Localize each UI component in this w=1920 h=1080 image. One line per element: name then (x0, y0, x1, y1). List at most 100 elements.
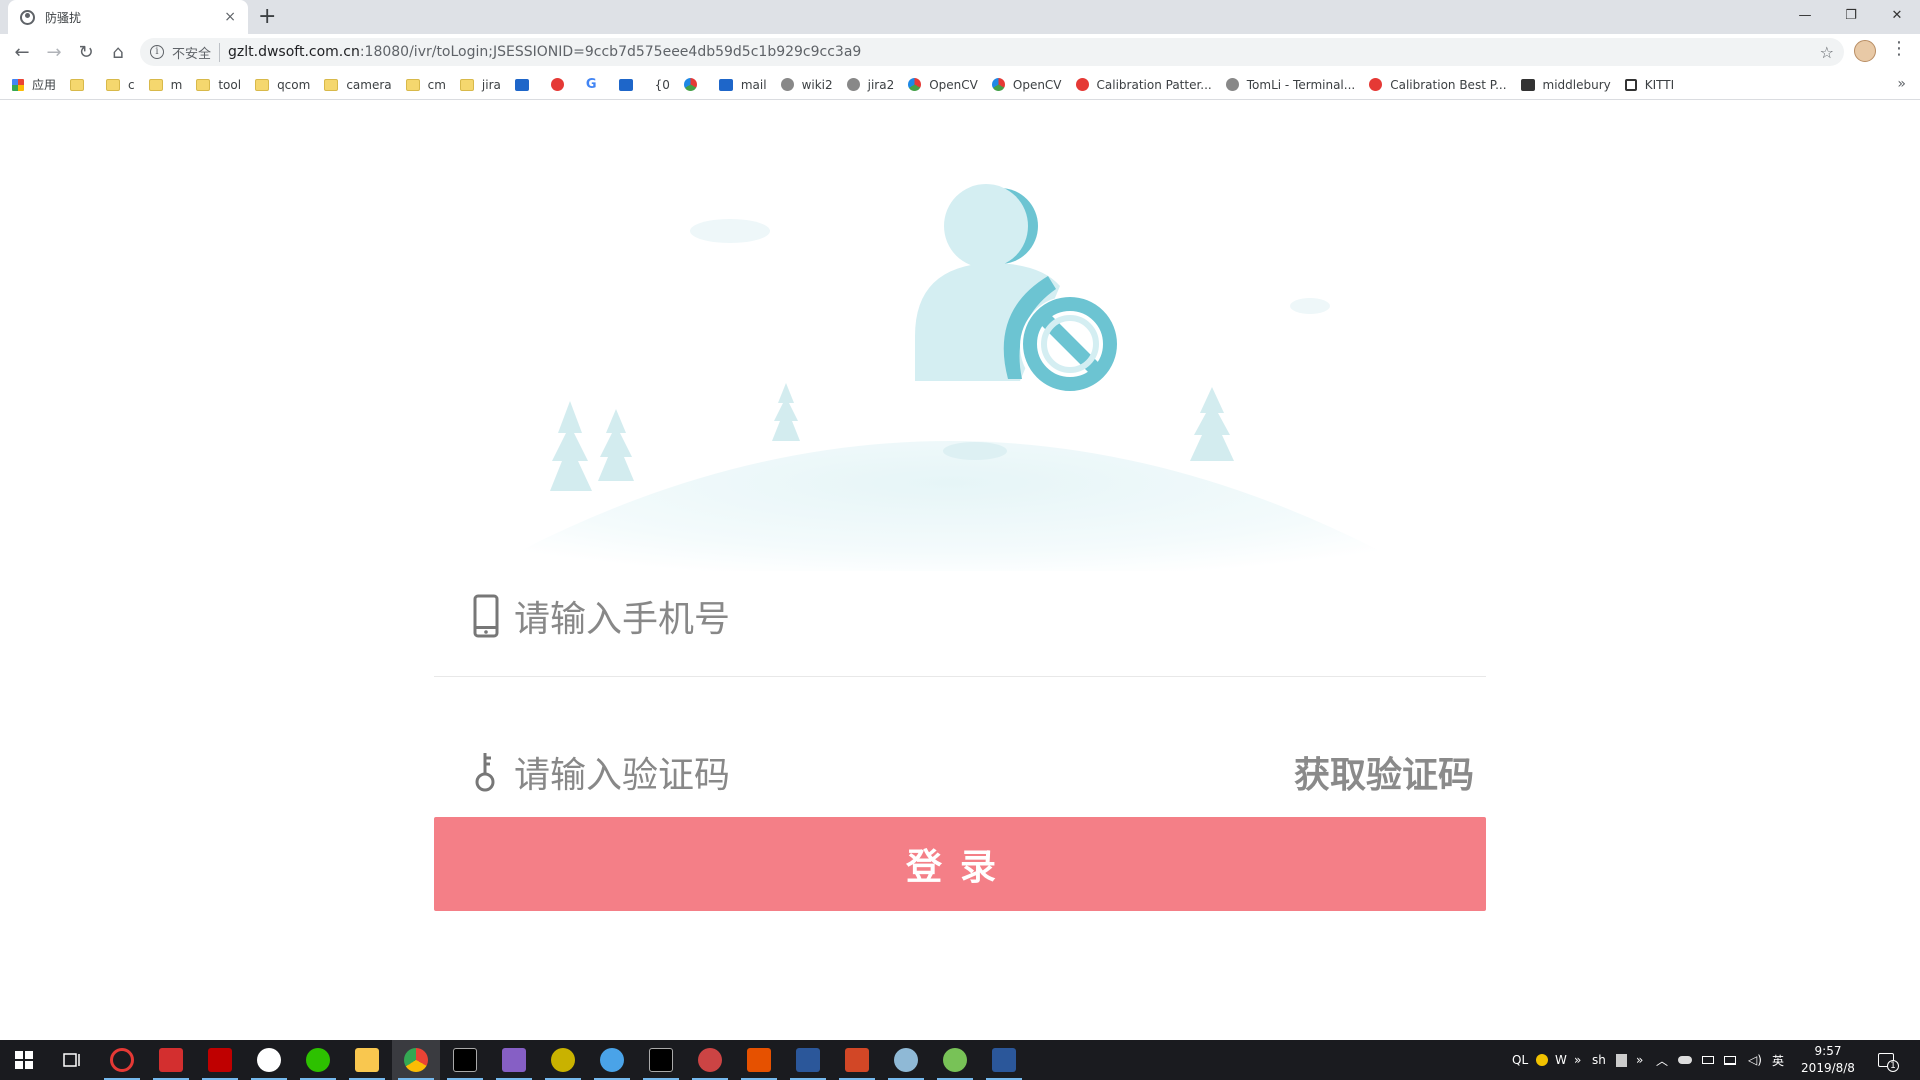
phone-field[interactable]: 请输入手机号 (434, 555, 1486, 677)
bookmark-label: wiki2 (801, 77, 833, 92)
person-head (944, 184, 1028, 268)
visual-studio-icon[interactable] (490, 1040, 538, 1080)
red-circle-icon (1369, 78, 1383, 91)
tray-emoji-icon[interactable] (1536, 1040, 1548, 1080)
tab-active[interactable]: 防骚扰 × (8, 0, 248, 34)
key-icon (475, 752, 495, 791)
bookmark-label: c (128, 77, 135, 92)
word-icon[interactable] (980, 1040, 1028, 1080)
restore-button[interactable]: ❐ (1828, 0, 1874, 30)
wechat-icon[interactable] (294, 1040, 342, 1080)
get-code-button[interactable]: 获取验证码 (1294, 746, 1474, 798)
visio-icon[interactable] (784, 1040, 832, 1080)
bookmark-item[interactable]: Calibration Best P... (1369, 77, 1507, 92)
minimize-button[interactable]: — (1782, 0, 1828, 30)
task-view-icon[interactable] (48, 1040, 96, 1080)
bookmark-item[interactable]: qcom (255, 78, 310, 92)
bookmark-item[interactable]: tool (196, 78, 241, 92)
app-red-g-icon[interactable] (98, 1040, 146, 1080)
app-globe-icon[interactable] (686, 1040, 734, 1080)
bookmark-item[interactable] (618, 78, 641, 91)
bookmark-label: Calibration Best P... (1390, 77, 1507, 92)
filezilla-icon[interactable] (196, 1040, 244, 1080)
battery-icon[interactable] (1702, 1040, 1714, 1080)
system-clock[interactable]: 9:57 2019/8/8 (1790, 1043, 1866, 1077)
bookmark-label: KITTI (1644, 77, 1675, 92)
login-button[interactable]: 登录 (434, 817, 1486, 911)
home-button[interactable]: ⌂ (102, 34, 134, 70)
globe-icon (780, 78, 794, 91)
tray-chevron-right[interactable]: » (1636, 1040, 1643, 1080)
bookmark-item[interactable]: 应用 (12, 76, 56, 93)
chrome-icon[interactable] (392, 1040, 440, 1080)
tray-sh[interactable]: sh (1592, 1040, 1606, 1080)
app-car-icon[interactable] (245, 1040, 293, 1080)
tray-ql[interactable]: QL (1512, 1040, 1528, 1080)
security-label[interactable]: 不安全 (172, 42, 221, 62)
tab-close-button[interactable]: × (224, 9, 236, 25)
app-paint-icon[interactable] (882, 1040, 930, 1080)
bookmark-item[interactable]: KITTI (1624, 77, 1675, 92)
apps-icon (12, 78, 24, 91)
bookmark-item[interactable]: TomLi - Terminal... (1225, 78, 1355, 92)
app-gear-icon[interactable] (735, 1040, 783, 1080)
bookmark-item[interactable]: OpenCV (991, 78, 1062, 92)
bookmark-item[interactable]: Calibration Patter... (1075, 78, 1212, 92)
bookmark-item[interactable]: {0 (655, 78, 670, 92)
bookmark-item[interactable] (70, 78, 92, 91)
phone-input-placeholder[interactable]: 请输入手机号 (514, 590, 730, 642)
bookmark-item[interactable]: wiki2 (780, 77, 833, 92)
bookmark-item[interactable]: G (586, 77, 605, 92)
tray-chevron-left[interactable]: » (1574, 1040, 1581, 1080)
terminal2-icon[interactable] (637, 1040, 685, 1080)
bookmark-item[interactable]: m (148, 78, 182, 92)
app-yellow-icon[interactable] (539, 1040, 587, 1080)
trees-left (550, 401, 634, 491)
show-hidden-icons-icon[interactable]: ︿ (1656, 1040, 1668, 1080)
bookmark-item[interactable]: OpenCV (908, 78, 978, 92)
tray-w[interactable]: W (1555, 1040, 1567, 1080)
map-pin-icon (550, 78, 564, 91)
profile-avatar[interactable] (1854, 40, 1876, 62)
terminal-icon[interactable] (441, 1040, 489, 1080)
app-blue-circle-icon[interactable] (588, 1040, 636, 1080)
folder-icon (106, 78, 121, 91)
windows-start-icon[interactable] (0, 1040, 48, 1080)
bookmark-item[interactable]: jira (459, 78, 501, 92)
android-studio-icon[interactable] (931, 1040, 979, 1080)
code-field[interactable]: 请输入验证码 获取验证码 (434, 711, 1486, 833)
bookmark-item[interactable]: mail (718, 78, 767, 92)
powerpoint-icon[interactable] (833, 1040, 881, 1080)
code-input-placeholder[interactable]: 请输入验证码 (514, 746, 730, 798)
app-red-m-icon[interactable] (147, 1040, 195, 1080)
bookmark-item[interactable]: middlebury (1520, 78, 1611, 92)
file-explorer-icon[interactable] (343, 1040, 391, 1080)
ime-indicator[interactable]: 英 (1772, 1040, 1784, 1080)
bookmarks-more-button[interactable]: » (1897, 76, 1906, 92)
bookmark-item[interactable] (683, 78, 705, 91)
bookmark-item[interactable] (514, 78, 537, 91)
onedrive-icon[interactable] (1678, 1040, 1692, 1080)
back-button[interactable]: ← (6, 34, 38, 70)
bookmark-item[interactable]: camera (324, 78, 392, 92)
tray-app-icon[interactable] (1616, 1040, 1627, 1080)
network-icon[interactable] (1724, 1040, 1736, 1080)
bookmark-item[interactable]: jira2 (846, 78, 894, 92)
new-tab-button[interactable]: + (258, 4, 276, 30)
bookmark-item[interactable]: c (106, 78, 135, 92)
browser-menu-button[interactable]: ⋮ (1890, 38, 1908, 59)
close-window-button[interactable]: ✕ (1874, 0, 1920, 30)
reload-button[interactable]: ↻ (70, 34, 102, 70)
cloud-left (690, 219, 770, 243)
folder-icon (405, 78, 420, 91)
bookmark-star-icon[interactable]: ☆ (1820, 43, 1834, 62)
info-icon[interactable]: i (150, 45, 164, 59)
address-bar[interactable]: i 不安全 gzlt.dwsoft.com.cn :18080/ivr/toLo… (140, 38, 1844, 66)
forward-button[interactable]: → (38, 34, 70, 70)
bookmark-item[interactable]: cm (405, 78, 446, 92)
volume-icon[interactable]: ◁) (1748, 1040, 1762, 1080)
square-outline-icon (1624, 78, 1637, 91)
notification-center-icon[interactable]: 1 (1878, 1040, 1899, 1080)
bookmark-item[interactable] (550, 78, 572, 91)
baidu-icon (514, 78, 529, 91)
